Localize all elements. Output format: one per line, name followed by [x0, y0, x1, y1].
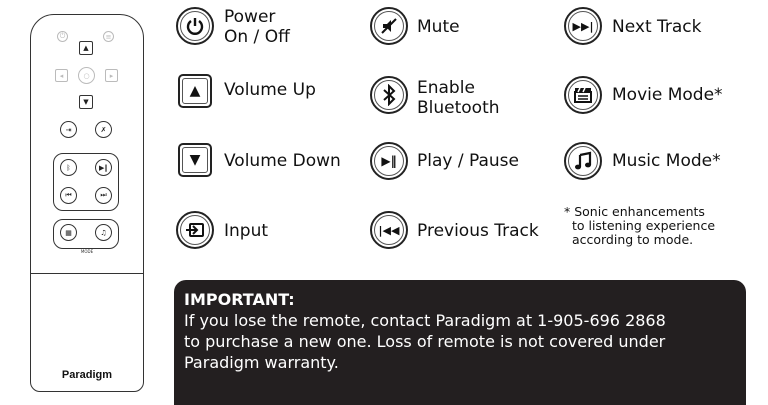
previous-track-icon: |◀◀ — [370, 211, 408, 249]
remote-play-pause-icon: ▶‖ — [95, 159, 112, 176]
remote-right-icon: ▸ — [105, 69, 118, 82]
bluetooth-label: Enable Bluetooth — [417, 78, 500, 118]
previous-track-label: Previous Track — [417, 221, 539, 241]
important-line-2: to purchase a new one. Loss of remote is… — [184, 332, 666, 351]
movie-mode-icon — [564, 76, 602, 114]
music-mode-icon — [564, 142, 602, 180]
music-mode-label: Music Mode* — [612, 151, 721, 171]
remote-battery-divider — [30, 273, 144, 274]
remote-illustration: ⏻ ▲ ≡ ◂ ○ ▸ ▼ ⇥ ✗ ᛒ ▶‖ ⏮ ⏭ ▦ ♫ MODE Para… — [30, 14, 144, 392]
mute-label: Mute — [417, 17, 460, 37]
power-icon — [176, 7, 214, 45]
remote-next-icon: ⏭ — [95, 187, 112, 204]
volume-up-icon: ▲ — [178, 74, 212, 108]
remote-left-icon: ◂ — [55, 69, 68, 82]
remote-previous-icon: ⏮ — [60, 187, 77, 204]
movie-mode-label: Movie Mode* — [612, 85, 723, 105]
remote-mute-icon: ✗ — [95, 121, 112, 138]
volume-down-icon: ▼ — [178, 143, 212, 177]
remote-mode-label: MODE — [80, 249, 94, 254]
next-track-label: Next Track — [612, 17, 702, 37]
input-icon — [176, 211, 214, 249]
next-track-icon: ▶▶| — [564, 7, 602, 45]
input-label: Input — [224, 221, 269, 241]
remote-brand-logo: Paradigm — [61, 369, 113, 381]
power-label: Power On / Off — [224, 7, 290, 47]
remote-movie-icon: ▦ — [60, 224, 77, 241]
important-heading: IMPORTANT: — [184, 290, 295, 309]
remote-input-icon: ⇥ — [60, 121, 77, 138]
important-line-3: Paradigm warranty. — [184, 353, 339, 372]
mode-footnote: * Sonic enhancements to listening experi… — [564, 204, 716, 247]
remote-center-icon: ○ — [78, 67, 95, 84]
volume-down-label: Volume Down — [224, 151, 341, 171]
play-pause-label: Play / Pause — [417, 151, 519, 171]
important-line-1: If you lose the remote, contact Paradigm… — [184, 311, 666, 330]
volume-up-label: Volume Up — [224, 80, 316, 100]
remote-volume-down-icon: ▼ — [79, 95, 93, 109]
mute-icon — [370, 7, 408, 45]
remote-power-icon: ⏻ — [57, 31, 68, 42]
important-notice: IMPORTANT: If you lose the remote, conta… — [174, 280, 746, 405]
bluetooth-icon — [370, 76, 408, 114]
remote-volume-up-icon: ▲ — [79, 41, 93, 55]
remote-music-icon: ♫ — [95, 224, 112, 241]
remote-bluetooth-icon: ᛒ — [60, 159, 77, 176]
play-pause-icon: ▶‖ — [370, 142, 408, 180]
remote-unused-icon: ≡ — [103, 31, 114, 42]
